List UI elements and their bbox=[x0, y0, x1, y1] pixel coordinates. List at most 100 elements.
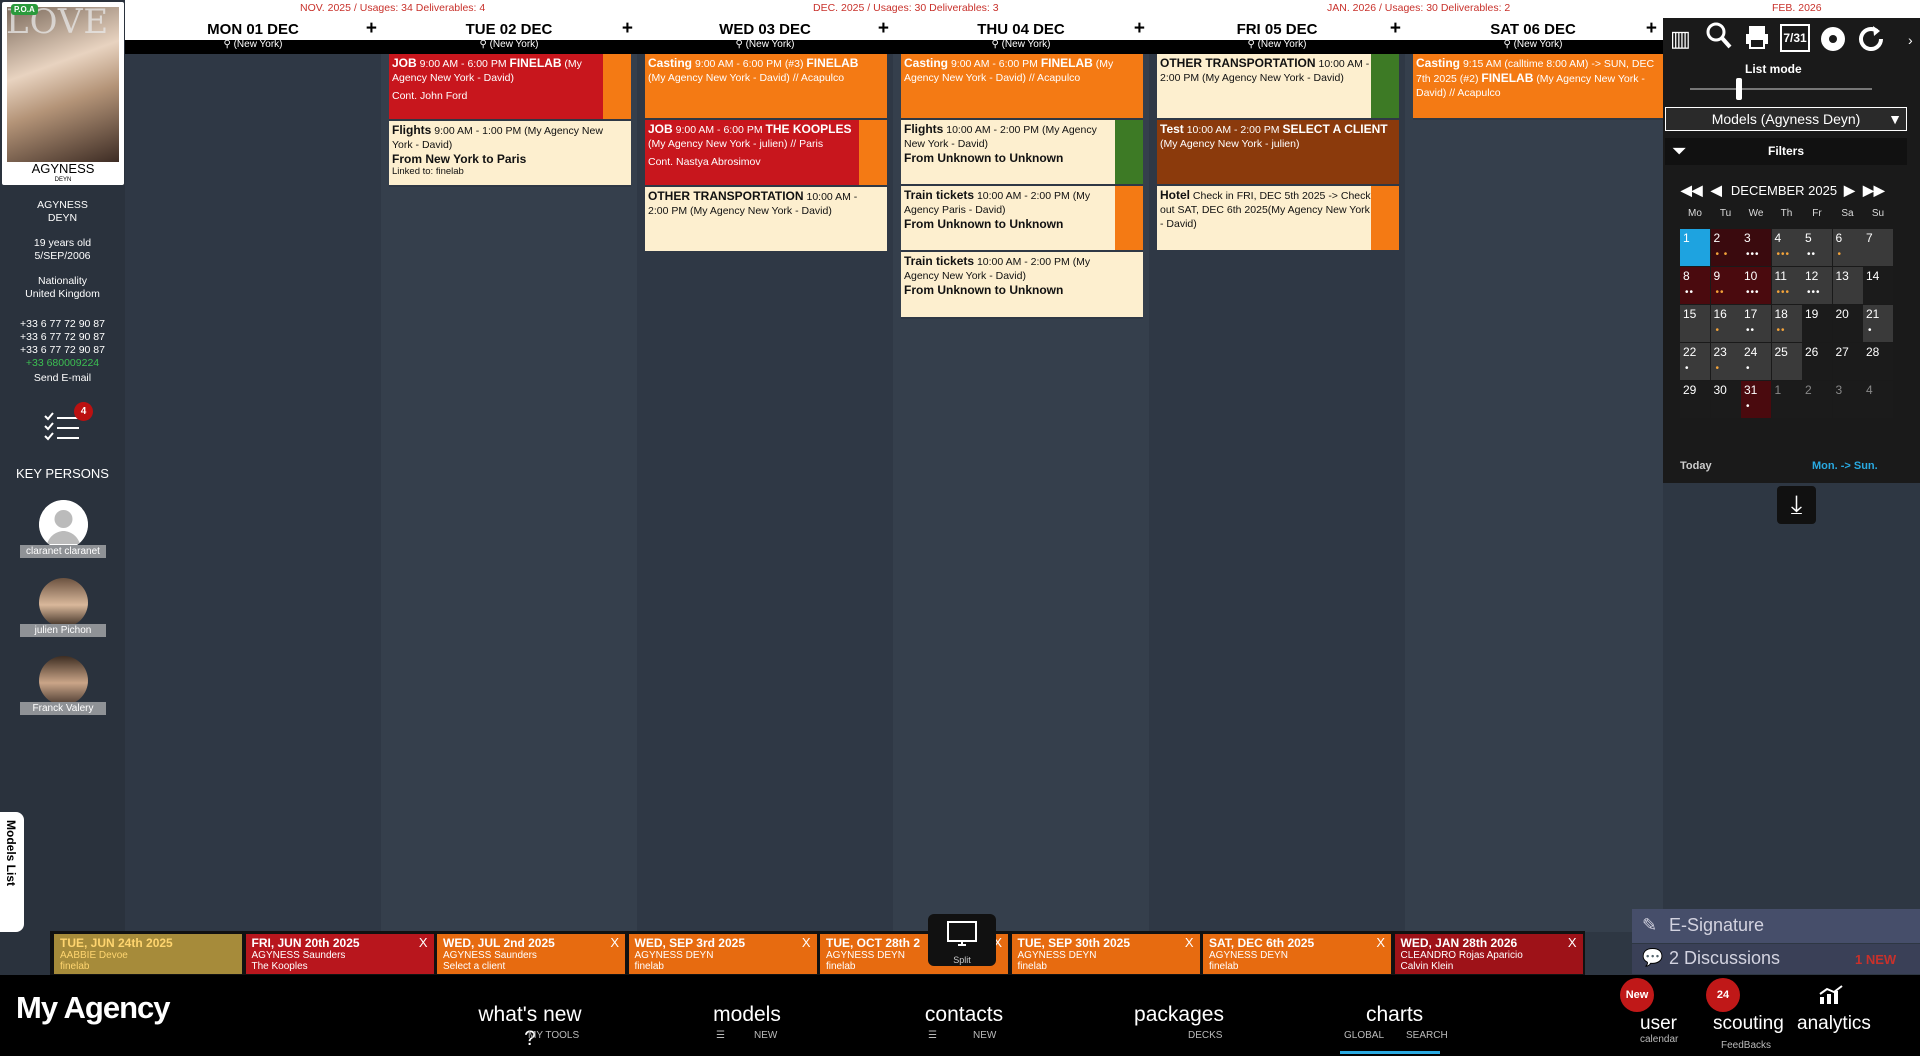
nav-contacts[interactable]: contacts bbox=[924, 1003, 1004, 1027]
add-event-button[interactable]: + bbox=[366, 18, 377, 40]
next-month-button[interactable]: ▶ bbox=[1844, 182, 1855, 199]
print-icon[interactable] bbox=[1744, 24, 1770, 57]
key-person-name[interactable]: julien Pichon bbox=[20, 624, 106, 637]
model-phone-green[interactable]: +33 680009224 bbox=[0, 357, 125, 370]
key-person-name[interactable]: Franck Valery bbox=[20, 702, 106, 715]
calendar-day[interactable]: 7 bbox=[1863, 229, 1893, 266]
model-phone[interactable]: +33 6 77 72 90 87 bbox=[0, 331, 125, 344]
calendar-day[interactable]: 2 • • bbox=[1710, 229, 1741, 266]
model-phone[interactable]: +33 6 77 72 90 87 bbox=[0, 344, 125, 357]
event-other-transportation[interactable]: OTHER TRANSPORTATION 10:00 AM - 2:00 PM … bbox=[1157, 54, 1399, 120]
close-icon[interactable]: X bbox=[1376, 936, 1385, 949]
calendar-day[interactable]: 19 bbox=[1802, 305, 1832, 342]
day-column-sat[interactable] bbox=[1405, 54, 1663, 932]
models-list-tab[interactable]: Models List bbox=[0, 812, 24, 932]
calendar-day[interactable]: 15 bbox=[1680, 305, 1710, 342]
calendar-day[interactable]: 13 bbox=[1832, 267, 1863, 304]
calendar-day[interactable]: 3 bbox=[1832, 381, 1863, 418]
add-event-button[interactable]: + bbox=[878, 18, 889, 40]
event-test[interactable]: Test 10:00 AM - 2:00 PM SELECT A CLIENT … bbox=[1157, 120, 1399, 186]
calendar-day[interactable]: 18 •• bbox=[1771, 305, 1802, 342]
collapse-icon[interactable]: › bbox=[1908, 32, 1913, 48]
nav-user[interactable]: user bbox=[1640, 1013, 1677, 1035]
event-train-tickets[interactable]: Train tickets 10:00 AM - 2:00 PM (My Age… bbox=[901, 252, 1143, 319]
today-button[interactable]: Today bbox=[1680, 460, 1712, 472]
calendar-day[interactable]: 20 bbox=[1832, 305, 1863, 342]
calendar-day[interactable]: 22 • bbox=[1680, 343, 1710, 380]
nav-decks[interactable]: DECKS bbox=[1188, 1030, 1222, 1041]
calendar-day[interactable]: 17 •• bbox=[1741, 305, 1771, 342]
calendar-day[interactable]: 28 bbox=[1863, 343, 1893, 380]
avatar[interactable] bbox=[39, 500, 88, 549]
list-icon[interactable]: ☰ bbox=[716, 1030, 725, 1041]
event-job-finelab[interactable]: JOB 9:00 AM - 6:00 PM FINELAB (My Agency… bbox=[389, 54, 631, 121]
nav-packages[interactable]: packages bbox=[1134, 1003, 1224, 1027]
recent-item[interactable]: FRI, JUN 20th 2025 AGYNESS Saunders The Ko… bbox=[245, 934, 434, 974]
avatar[interactable] bbox=[39, 656, 88, 705]
model-phone[interactable]: +33 6 77 72 90 87 bbox=[0, 318, 125, 331]
models-select[interactable]: Models (Agyness Deyn) ▼ bbox=[1665, 107, 1907, 131]
event-job-kooples[interactable]: JOB 9:00 AM - 6:00 PM THE KOOPLES (My Ag… bbox=[645, 120, 887, 187]
calendar-day[interactable]: 6 • bbox=[1832, 229, 1863, 266]
nav-scouting[interactable]: scouting bbox=[1713, 1013, 1784, 1035]
event-hotel[interactable]: Hotel Check in FRI, DEC 5th 2025 -> Chec… bbox=[1157, 186, 1399, 252]
recent-item[interactable]: WED, JAN 28th 2026 CLEANDRO Rojas Aparici… bbox=[1394, 934, 1583, 974]
calendar-day[interactable]: 12 ••• bbox=[1802, 267, 1832, 304]
calendar-day[interactable]: 14 bbox=[1863, 267, 1893, 304]
calendar-day[interactable]: 31 • bbox=[1741, 381, 1771, 418]
event-casting-finelab[interactable]: Casting 9:00 AM - 6:00 PM FINELAB (My Ag… bbox=[901, 54, 1143, 120]
event-other-transportation[interactable]: OTHER TRANSPORTATION 10:00 AM - 2:00 PM … bbox=[645, 187, 887, 253]
recent-item[interactable]: WED, JUL 2nd 2025 AGYNESS Saunders Select … bbox=[437, 934, 625, 974]
add-event-button[interactable]: + bbox=[1390, 18, 1401, 40]
nav-models[interactable]: models bbox=[712, 1003, 782, 1027]
event-flights[interactable]: Flights 9:00 AM - 1:00 PM (My Agency New… bbox=[389, 121, 631, 187]
nav-my-tools[interactable]: MY TOOLS bbox=[528, 1030, 579, 1041]
slider-handle[interactable] bbox=[1736, 78, 1742, 100]
recent-item[interactable]: WED, SEP 3rd 2025 AGYNESS DEYN finelab X bbox=[628, 934, 817, 974]
download-icon[interactable]: ⤓ bbox=[1777, 486, 1816, 524]
calendar-day[interactable]: 21 • bbox=[1863, 305, 1893, 342]
week-range-button[interactable]: Mon. -> Sun. bbox=[1812, 460, 1878, 472]
list-mode-slider[interactable] bbox=[1690, 88, 1872, 90]
nav-user-calendar[interactable]: calendar bbox=[1640, 1034, 1678, 1045]
nav-feedbacks[interactable]: FeedBacks bbox=[1721, 1040, 1771, 1051]
calendar-day[interactable]: 2 bbox=[1802, 381, 1832, 418]
nav-charts-global[interactable]: GLOBAL bbox=[1344, 1030, 1384, 1041]
close-icon[interactable]: X bbox=[1568, 936, 1577, 949]
close-icon[interactable]: X bbox=[802, 936, 811, 949]
day-column-mon[interactable] bbox=[125, 54, 381, 932]
calendar-day[interactable]: 9 •• bbox=[1710, 267, 1741, 304]
close-icon[interactable]: X bbox=[1185, 936, 1194, 949]
calendar-day[interactable]: 4 ••• bbox=[1771, 229, 1802, 266]
nav-whats-new[interactable]: what's new ? bbox=[472, 1003, 588, 1051]
calendar-day[interactable]: 24 • bbox=[1741, 343, 1771, 380]
event-train-tickets[interactable]: Train tickets 10:00 AM - 2:00 PM (My Age… bbox=[901, 186, 1143, 252]
event-flights[interactable]: Flights 10:00 AM - 2:00 PM (My Agency Ne… bbox=[901, 120, 1143, 186]
record-icon[interactable] bbox=[1820, 26, 1846, 59]
nav-contacts-new[interactable]: NEW bbox=[973, 1030, 996, 1041]
calendar-day[interactable]: 30 bbox=[1710, 381, 1741, 418]
calendar-day[interactable]: 5 •• bbox=[1802, 229, 1832, 266]
calendar-day[interactable]: 1 bbox=[1771, 381, 1802, 418]
calendar-day[interactable]: 8 •• bbox=[1680, 267, 1710, 304]
list-icon[interactable]: ☰ bbox=[928, 1030, 937, 1041]
calendar-day[interactable]: 23 • bbox=[1710, 343, 1741, 380]
refresh-icon[interactable] bbox=[1856, 24, 1886, 61]
calendar-day[interactable]: 3 ••• bbox=[1741, 229, 1771, 266]
add-event-button[interactable]: + bbox=[1646, 18, 1657, 40]
calendar-day[interactable]: 11 ••• bbox=[1771, 267, 1802, 304]
search-icon[interactable] bbox=[1706, 22, 1732, 57]
next-year-button[interactable]: ▶▶ bbox=[1863, 182, 1885, 199]
recent-item[interactable]: TUE, SEP 30th 2025 AGYNESS DEYN finelab X bbox=[1011, 934, 1200, 974]
key-person-name[interactable]: claranet claranet bbox=[20, 545, 106, 558]
close-icon[interactable]: X bbox=[419, 936, 428, 949]
nav-charts-search[interactable]: SEARCH bbox=[1406, 1030, 1448, 1041]
avatar[interactable] bbox=[39, 578, 88, 627]
event-casting-finelab[interactable]: Casting 9:00 AM - 6:00 PM (#3) FINELAB (… bbox=[645, 54, 887, 120]
calendar-day[interactable]: 29 bbox=[1680, 381, 1710, 418]
calendar-day[interactable]: 4 bbox=[1863, 381, 1893, 418]
e-signature-button[interactable]: ✎ E-Signature bbox=[1632, 909, 1920, 943]
barcode-icon[interactable]: ▥ bbox=[1670, 26, 1691, 52]
calendar-icon[interactable]: 7/31 bbox=[1780, 24, 1810, 52]
nav-charts[interactable]: charts bbox=[1366, 1003, 1423, 1027]
